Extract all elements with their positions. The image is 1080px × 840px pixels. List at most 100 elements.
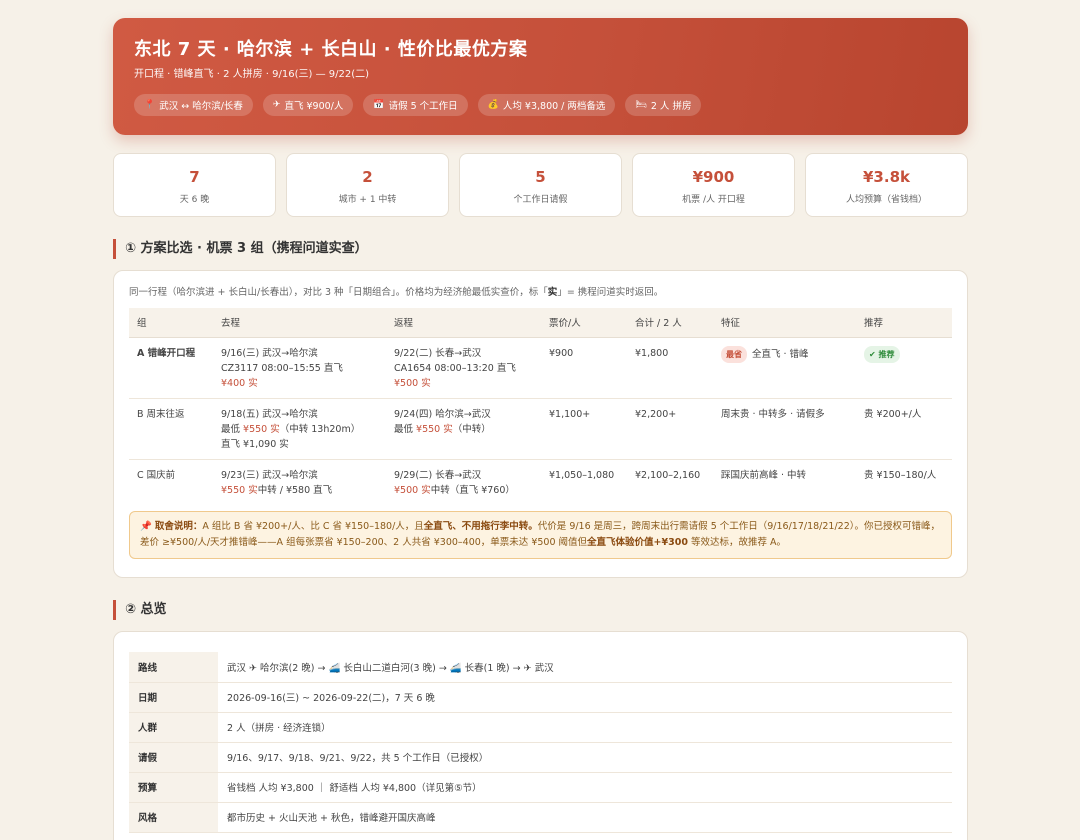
- overview-row: 请假 9/16、9/17、9/18、9/21、9/22，共 5 个工作日（已授权…: [129, 742, 952, 773]
- stat-days: 7 天 6 晚: [113, 153, 276, 217]
- stat-leave: 5 个工作日请假: [459, 153, 622, 217]
- out-text: （中转 13h20m）: [279, 423, 361, 435]
- overview-row: 风格 都市历史 + 火山天池 + 秋色，错峰避开国庆高峰: [129, 802, 952, 833]
- recommend-badge: ✔ 推荐: [864, 345, 900, 363]
- chip-label: 人均 ¥3,800 / 两档备选: [502, 101, 606, 112]
- out-price: ¥550 实: [221, 484, 258, 496]
- stat-airfare: ¥900 机票 /人 开口程: [632, 153, 795, 217]
- overview-value: 省钱档 人均 ¥3,800 ｜ 舒适档 人均 ¥4,800（详见第⑤节）: [218, 772, 952, 803]
- stat-label: 天 6 晚: [179, 195, 210, 205]
- overview-value: 武汉 ✈ 哈尔滨(2 晚) → 🚄 长白山二道白河(3 晚) → 🚄 长春(1 …: [218, 652, 952, 683]
- table-row: A 错峰开口程 9/16(三) 武汉→哈尔滨 CZ3117 08:00–15:5…: [129, 337, 952, 399]
- section-heading-comparison: ① 方案比选 · 机票 3 组（携程问道实查）: [113, 239, 368, 259]
- ret-price: ¥500 实: [394, 484, 431, 496]
- feature-text: 全直飞 · 错峰: [752, 348, 809, 360]
- note-emphasis: 全直飞体验价值+¥300: [587, 537, 688, 548]
- chip-label: 直飞 ¥900/人: [284, 101, 344, 112]
- col-feature: 特征: [713, 308, 856, 338]
- table-header-row: 组 去程 返程 票价/人 合计 / 2 人 特征 推荐: [129, 308, 952, 338]
- pin-icon: 📍: [144, 100, 156, 110]
- comparison-card: 同一行程（哈尔滨进 + 长白山/长春出），对比 3 种「日期组合」。价格均为经济…: [113, 270, 968, 578]
- table-row: C 国庆前 9/23(三) 武汉→哈尔滨 ¥550 实中转 / ¥580 直飞 …: [129, 459, 952, 505]
- intro-text: 同一行程（哈尔滨进 + 长白山/长春出），对比 3 种「日期组合」。价格均为经济…: [129, 287, 548, 298]
- tradeoff-note: 📌 取舍说明：A 组比 B 省 ¥200+/人、比 C 省 ¥150–180/人…: [129, 511, 952, 559]
- out-line: ¥550 实中转 / ¥580 直飞: [221, 483, 378, 498]
- cell-price: ¥1,050–1,080: [549, 469, 615, 481]
- col-group: 组: [129, 308, 213, 338]
- cell-group: C 国庆前: [137, 469, 176, 481]
- out-line: 9/23(三) 武汉→哈尔滨: [221, 469, 318, 481]
- cell-total: ¥2,200+: [627, 398, 713, 460]
- cell-out: 9/18(五) 武汉→哈尔滨 最低 ¥550 实（中转 13h20m） 直飞 ¥…: [213, 398, 386, 460]
- out-price: ¥550 实: [243, 423, 280, 435]
- out-line: 直飞 ¥1,090 实: [221, 438, 289, 450]
- overview-value: 都市历史 + 火山天池 + 秋色，错峰避开国庆高峰: [218, 802, 952, 833]
- intro-mark: 实: [547, 287, 558, 298]
- chip-label: 请假 5 个工作日: [388, 101, 458, 112]
- cheapest-badge: 最省: [721, 345, 747, 363]
- comparison-intro: 同一行程（哈尔滨进 + 长白山/长春出），对比 3 种「日期组合」。价格均为经济…: [129, 286, 952, 300]
- ret-text: （中转）: [452, 423, 491, 435]
- out-line: 9/18(五) 武汉→哈尔滨: [221, 408, 318, 420]
- page-subtitle: 开口程 · 错峰直飞 · 2 人拼房 · 9/16(三) — 9/22(二): [134, 69, 370, 80]
- chip-budget: 💰 人均 ¥3,800 / 两档备选: [477, 94, 616, 116]
- overview-key: 日期: [129, 682, 218, 713]
- overview-key: 路线: [129, 652, 218, 683]
- ret-line: CA1654 08:00–13:20 直飞: [394, 362, 516, 374]
- cell-price: ¥1,100+: [541, 398, 627, 460]
- note-text: 等效达标，故推荐 A。: [687, 537, 786, 548]
- cell-feature: 最省 全直飞 · 错峰: [713, 337, 856, 399]
- chip-room: 🛏 2 人 拼房: [625, 94, 702, 116]
- cell-total: ¥2,100–2,160: [635, 469, 701, 481]
- cell-price: ¥900: [541, 337, 627, 399]
- chip-flight: ✈ 直飞 ¥900/人: [262, 94, 354, 116]
- col-total: 合计 / 2 人: [627, 308, 713, 338]
- stat-value: ¥3.8k: [863, 168, 910, 186]
- cell-feature: 踩国庆前高峰 · 中转: [721, 469, 807, 481]
- out-text: 中转 / ¥580 直飞: [257, 484, 333, 496]
- cell-total: ¥1,800: [627, 337, 713, 399]
- note-emphasis: 全直飞、不用拖行李中转。: [423, 521, 538, 532]
- ret-line: ¥500 实中转（直飞 ¥760）: [394, 483, 533, 498]
- out-price: ¥400 实: [221, 377, 258, 389]
- pin-icon: 📌: [140, 521, 152, 532]
- out-line: CZ3117 08:00–15:55 直飞: [221, 362, 343, 374]
- stats-row: 7 天 6 晚 2 城市 + 1 中转 5 个工作日请假 ¥900 机票 /人 …: [113, 153, 968, 217]
- overview-key: 人群: [129, 712, 218, 743]
- ret-price: ¥550 实: [416, 423, 453, 435]
- cell-feature: 周末贵 · 中转多 · 请假多: [713, 398, 856, 460]
- overview-row: 日期 2026-09-16(三) ~ 2026-09-22(二)，7 天 6 晚: [129, 682, 952, 713]
- page-title: 东北 7 天 · 哈尔滨 + 长白山 · 性价比最优方案: [134, 39, 528, 60]
- plane-icon: ✈: [272, 100, 281, 110]
- col-price: 票价/人: [541, 308, 627, 338]
- overview-row: 路线 武汉 ✈ 哈尔滨(2 晚) → 🚄 长白山二道白河(3 晚) → 🚄 长春…: [129, 652, 952, 683]
- chip-label: 武汉 ↔ 哈尔滨/长春: [159, 101, 243, 112]
- stat-cities: 2 城市 + 1 中转: [286, 153, 449, 217]
- hero-banner: 东北 7 天 · 哈尔滨 + 长白山 · 性价比最优方案 开口程 · 错峰直飞 …: [113, 18, 968, 135]
- overview-key: 请假: [129, 742, 218, 773]
- stat-value: 2: [362, 168, 373, 186]
- cell-group: B 周末往返: [129, 398, 213, 460]
- cell-out: 9/23(三) 武汉→哈尔滨 ¥550 实中转 / ¥580 直飞: [213, 459, 386, 505]
- ret-line: 9/29(二) 长春→武汉: [394, 469, 482, 481]
- stat-value: 5: [535, 168, 546, 186]
- col-out: 去程: [213, 308, 386, 338]
- stat-label: 个工作日请假: [513, 195, 568, 205]
- overview-row: 预算 省钱档 人均 ¥3,800 ｜ 舒适档 人均 ¥4,800（详见第⑤节）: [129, 772, 952, 803]
- cell-return: 9/29(二) 长春→武汉 ¥500 实中转（直飞 ¥760）: [386, 459, 541, 505]
- ret-price: ¥500 实: [394, 377, 431, 389]
- ret-line: 最低 ¥550 实（中转）: [394, 422, 533, 437]
- note-text: A 组比 B 省 ¥200+/人、比 C 省 ¥150–180/人，且: [202, 521, 424, 532]
- overview-key: 预算: [129, 772, 218, 803]
- chip-label: 2 人 拼房: [650, 101, 692, 112]
- cell-group: A 错峰开口程: [129, 337, 213, 399]
- overview-key: 风格: [129, 802, 218, 833]
- ret-line: 9/24(四) 哈尔滨→武汉: [394, 408, 491, 420]
- out-line: 9/16(三) 武汉→哈尔滨: [221, 347, 318, 359]
- section-heading-overview: ② 总览: [113, 600, 167, 620]
- chip-route: 📍 武汉 ↔ 哈尔滨/长春: [134, 94, 253, 116]
- out-line: 最低 ¥550 实（中转 13h20m）: [221, 422, 378, 437]
- stat-label: 城市 + 1 中转: [338, 195, 397, 205]
- table-row: B 周末往返 9/18(五) 武汉→哈尔滨 最低 ¥550 实（中转 13h20…: [129, 398, 952, 460]
- col-return: 返程: [386, 308, 541, 338]
